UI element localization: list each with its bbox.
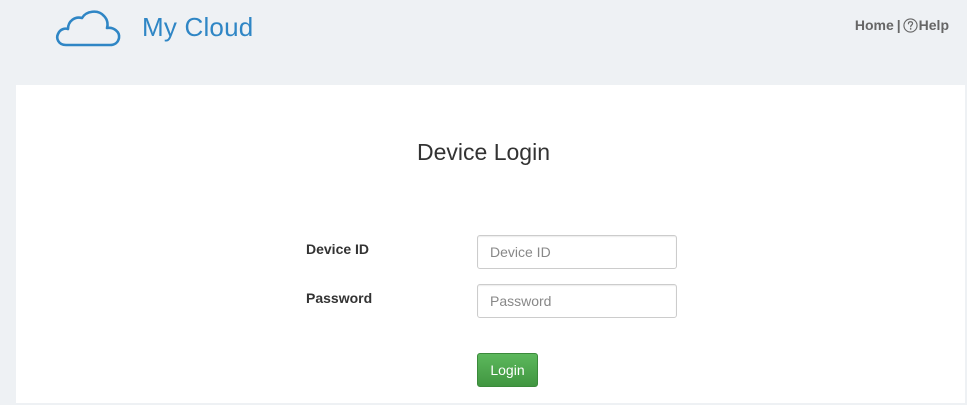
help-label: Help (918, 17, 949, 33)
header: My Cloud Home | Help (0, 0, 967, 84)
question-circle-icon (903, 17, 918, 33)
top-nav: Home | Help (855, 17, 949, 33)
page-title: Device Login (417, 139, 550, 165)
login-button[interactable]: Login (477, 353, 538, 387)
nav-separator: | (896, 17, 901, 33)
brand-title: My Cloud (142, 12, 254, 42)
help-link[interactable]: Help (903, 17, 949, 33)
cloud-icon (55, 10, 121, 47)
device-id-label: Device ID (306, 241, 370, 257)
password-input[interactable] (477, 284, 677, 318)
password-label: Password (306, 290, 373, 306)
device-id-input[interactable] (477, 235, 677, 269)
home-link[interactable]: Home (855, 17, 894, 33)
